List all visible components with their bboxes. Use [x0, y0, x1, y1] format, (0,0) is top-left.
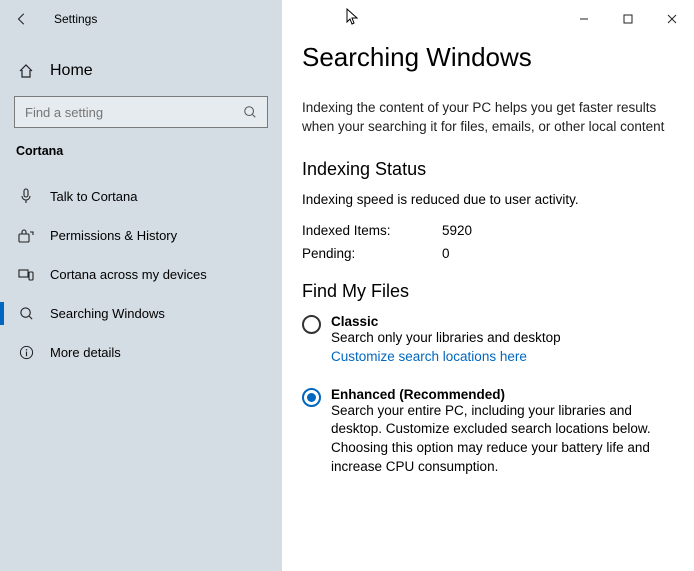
sidebar-item-talk[interactable]: Talk to Cortana	[0, 176, 282, 216]
sidebar-header: Settings	[0, 0, 282, 38]
lock-icon	[18, 229, 34, 243]
intro-text: Indexing the content of your PC helps yo…	[302, 99, 670, 137]
close-button[interactable]	[650, 8, 694, 30]
back-button[interactable]	[8, 5, 36, 33]
indexing-status-text: Indexing speed is reduced due to user ac…	[302, 192, 670, 207]
sidebar-item-label: Cortana across my devices	[50, 267, 207, 282]
radio-classic[interactable]: Classic Search only your libraries and d…	[302, 314, 670, 367]
radio-circle-icon	[302, 315, 321, 334]
minimize-button[interactable]	[562, 8, 606, 30]
home-icon	[18, 63, 34, 79]
home-label: Home	[50, 62, 93, 80]
sidebar: Settings Home Cortana Talk to Cortana Pe…	[0, 0, 282, 571]
maximize-button[interactable]	[606, 8, 650, 30]
sidebar-item-devices[interactable]: Cortana across my devices	[0, 255, 282, 294]
customize-link[interactable]: Customize search locations here	[331, 348, 561, 367]
search-icon	[18, 306, 34, 321]
sidebar-item-searching[interactable]: Searching Windows	[0, 294, 282, 333]
pending-label: Pending:	[302, 246, 412, 261]
search-icon	[241, 105, 259, 119]
indexed-row: Indexed Items: 5920	[302, 223, 670, 238]
enhanced-title: Enhanced (Recommended)	[331, 387, 670, 402]
content: Searching Windows Indexing the content o…	[282, 30, 694, 497]
sidebar-item-more[interactable]: More details	[0, 333, 282, 372]
classic-desc: Search only your libraries and desktop	[331, 329, 561, 348]
sidebar-item-label: More details	[50, 345, 121, 360]
sidebar-section-label: Cortana	[0, 128, 282, 166]
find-files-heading: Find My Files	[302, 281, 670, 302]
pending-row: Pending: 0	[302, 246, 670, 261]
page-title: Searching Windows	[302, 42, 670, 73]
sidebar-item-label: Talk to Cortana	[50, 189, 137, 204]
find-files-options: Classic Search only your libraries and d…	[302, 314, 670, 477]
radio-enhanced[interactable]: Enhanced (Recommended) Search your entir…	[302, 387, 670, 478]
cursor-icon	[346, 8, 360, 26]
indexing-status-heading: Indexing Status	[302, 159, 670, 180]
sidebar-item-label: Permissions & History	[50, 228, 177, 243]
sidebar-item-permissions[interactable]: Permissions & History	[0, 216, 282, 255]
devices-icon	[18, 268, 34, 282]
nav-home[interactable]: Home	[0, 52, 282, 90]
search-input[interactable]	[25, 105, 241, 120]
microphone-icon	[18, 188, 34, 204]
sidebar-nav: Talk to Cortana Permissions & History Co…	[0, 176, 282, 372]
indexed-value: 5920	[442, 223, 472, 238]
sidebar-item-label: Searching Windows	[50, 306, 165, 321]
indexed-label: Indexed Items:	[302, 223, 412, 238]
pending-value: 0	[442, 246, 450, 261]
window-titlebar	[282, 0, 694, 30]
classic-title: Classic	[331, 314, 561, 329]
main-panel: Searching Windows Indexing the content o…	[282, 0, 694, 571]
app-title: Settings	[54, 12, 97, 26]
radio-circle-icon	[302, 388, 321, 407]
info-icon	[18, 345, 34, 360]
search-box[interactable]	[14, 96, 268, 128]
enhanced-desc: Search your entire PC, including your li…	[331, 402, 670, 478]
